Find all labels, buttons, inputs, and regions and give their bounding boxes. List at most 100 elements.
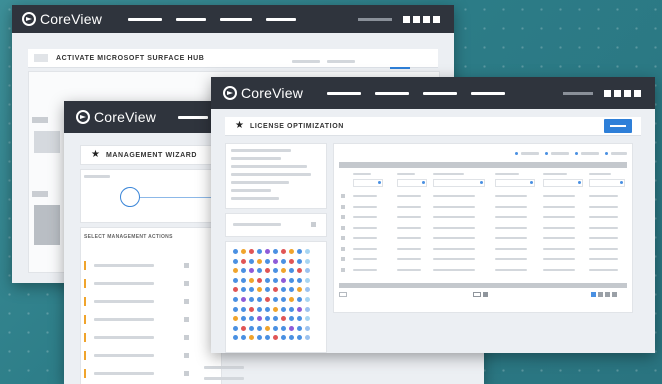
row-checkbox[interactable] <box>341 225 345 230</box>
page-btn-1[interactable] <box>591 292 596 297</box>
action-checkbox[interactable] <box>184 281 189 286</box>
filter-dropdown-icon[interactable] <box>422 181 425 184</box>
nav-item-2[interactable] <box>176 17 207 21</box>
nav-item-1[interactable] <box>327 91 362 95</box>
nav-item-1[interactable] <box>128 17 163 21</box>
logo[interactable]: CoreView <box>223 85 303 101</box>
toolbar-icon-4[interactable] <box>634 89 641 97</box>
table-cell <box>495 226 527 229</box>
nav-item-3[interactable] <box>220 17 253 21</box>
table-cell <box>495 195 527 197</box>
license-dot <box>281 249 286 254</box>
logo[interactable]: CoreView <box>22 11 102 27</box>
table-cell <box>543 247 575 250</box>
filter-dropdown-icon[interactable] <box>620 181 623 184</box>
row-checkbox[interactable] <box>341 246 345 251</box>
toolbar-icon-1[interactable] <box>604 89 611 97</box>
action-label <box>94 336 154 339</box>
filter-toggle[interactable] <box>311 222 316 227</box>
management-actions-panel <box>80 227 222 384</box>
thumbnail-dark <box>34 205 60 245</box>
license-dot <box>289 297 294 302</box>
column-header[interactable] <box>353 173 371 175</box>
column-filter-input[interactable] <box>433 179 485 187</box>
column-filter-input[interactable] <box>543 179 583 187</box>
license-dot <box>273 277 278 283</box>
summary-line <box>231 197 279 200</box>
table-cell <box>543 258 575 260</box>
action-checkbox[interactable] <box>184 317 189 322</box>
action-checkbox[interactable] <box>184 353 189 358</box>
row-checkbox[interactable] <box>341 215 345 219</box>
license-dot <box>257 249 262 254</box>
table-cell <box>353 195 377 197</box>
action-checkbox[interactable] <box>184 335 189 340</box>
action-indicator <box>84 351 86 360</box>
pagination-current[interactable] <box>483 292 488 297</box>
window-license-optimization: CoreView ★ LICENSE OPTIMIZATION <box>211 77 655 353</box>
row-checkbox[interactable] <box>341 257 345 261</box>
table-cell <box>543 205 575 208</box>
logo[interactable]: CoreView <box>76 109 156 125</box>
license-dot <box>289 325 294 331</box>
pagination-prev[interactable] <box>473 292 481 297</box>
table-cell <box>589 216 618 218</box>
column-header[interactable] <box>397 173 415 175</box>
page-btn-2[interactable] <box>598 292 603 297</box>
action-label <box>94 372 154 375</box>
toolbar-icon-3[interactable] <box>624 89 631 97</box>
logo-text: CoreView <box>241 85 304 101</box>
license-dot <box>305 325 310 331</box>
header-icon <box>34 54 48 62</box>
nav-item-1[interactable] <box>178 115 209 119</box>
nav-item-4[interactable] <box>471 91 506 95</box>
page-btn-3[interactable] <box>605 292 610 297</box>
license-dot <box>249 325 254 331</box>
filter-dropdown-icon[interactable] <box>578 181 581 184</box>
filter-dropdown-icon[interactable] <box>378 181 381 184</box>
license-dot <box>273 297 278 302</box>
toolbar-icon-4[interactable] <box>433 15 440 23</box>
nav-item-3[interactable] <box>423 91 458 95</box>
column-header[interactable] <box>589 173 611 175</box>
license-dot <box>265 306 270 312</box>
action-checkbox[interactable] <box>184 299 189 304</box>
top-bar: CoreView <box>211 77 655 109</box>
toolbar-icon-2[interactable] <box>614 89 621 97</box>
toolbar-icon-3[interactable] <box>423 15 430 23</box>
header-meta-2 <box>327 60 355 63</box>
row-checkbox[interactable] <box>341 267 345 272</box>
license-dot <box>305 306 310 312</box>
star-icon[interactable]: ★ <box>91 150 100 160</box>
column-filter-input[interactable] <box>495 179 535 187</box>
header-link[interactable] <box>390 67 410 69</box>
filter-label <box>233 223 281 226</box>
license-dot <box>305 277 310 283</box>
license-dot <box>281 306 286 312</box>
filter-dropdown-icon[interactable] <box>480 181 483 184</box>
nav-item-4[interactable] <box>266 17 297 21</box>
row-checkbox[interactable] <box>341 204 345 209</box>
column-header[interactable] <box>543 173 567 175</box>
column-header[interactable] <box>433 173 465 175</box>
license-dot <box>249 258 254 264</box>
wizard-step-1[interactable] <box>120 187 140 207</box>
table-cell <box>433 195 475 197</box>
section-label: SELECT MANAGEMENT ACTIONS <box>84 234 173 240</box>
toolbar-icon-2[interactable] <box>413 15 420 23</box>
license-dot <box>265 325 270 331</box>
nav-item-2[interactable] <box>375 91 410 95</box>
license-dot <box>233 277 238 283</box>
row-checkbox[interactable] <box>341 194 345 198</box>
pagination-first[interactable] <box>339 292 347 297</box>
star-icon[interactable]: ★ <box>235 121 244 131</box>
action-button[interactable] <box>604 119 632 133</box>
page-header: ★ MANAGEMENT WIZARD <box>80 145 222 165</box>
filter-dropdown-icon[interactable] <box>530 181 533 184</box>
action-checkbox[interactable] <box>184 263 189 268</box>
column-header[interactable] <box>495 173 519 175</box>
row-checkbox[interactable] <box>341 236 345 240</box>
action-checkbox[interactable] <box>184 371 189 376</box>
page-btn-4[interactable] <box>612 292 617 297</box>
toolbar-icon-1[interactable] <box>403 15 410 23</box>
